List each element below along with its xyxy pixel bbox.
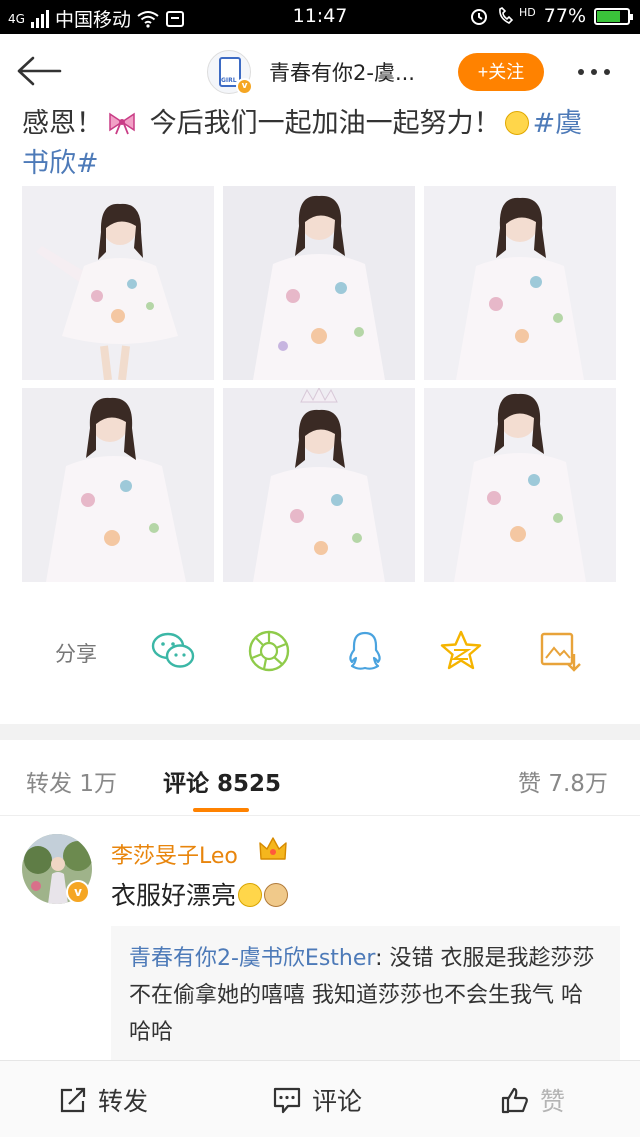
status-right: HD 77% [469, 5, 633, 27]
photo-4[interactable] [22, 388, 214, 582]
photo-grid [22, 186, 618, 582]
repost-icon [60, 1087, 86, 1112]
more-options-icon[interactable] [578, 69, 610, 75]
verified-badge-icon: v [236, 78, 253, 95]
section-divider [0, 724, 640, 740]
alarm-icon [471, 9, 488, 25]
account-name[interactable]: 青春有你2-虞... [269, 57, 415, 87]
photo-4-image [22, 388, 214, 582]
tab-repost-count: 1万 [79, 771, 117, 797]
hd-label: HD [519, 5, 536, 19]
repost-button[interactable]: 转发 [58, 1061, 148, 1137]
bottom-action-bar: 转发 评论 赞 [0, 1060, 640, 1137]
tab-comments-label: 评论 [163, 771, 209, 797]
save-image-icon[interactable] [538, 628, 584, 674]
comment-body: 衣服好漂亮 [111, 881, 237, 910]
photo-1[interactable] [22, 186, 214, 380]
bow-emoji-icon [109, 112, 135, 135]
doge-emoji-icon [264, 883, 289, 907]
photo-3-image [424, 186, 616, 380]
tab-repost[interactable]: 转发 1万 [26, 764, 117, 798]
hd-call-icon [499, 7, 514, 24]
photo-3[interactable] [424, 186, 616, 380]
tab-likes-label: 赞 [518, 771, 541, 797]
follow-button[interactable]: +关注 [458, 53, 544, 91]
status-bar: 4G 中国移动 11:47 HD 77% [0, 0, 640, 34]
share-row: 分享 [0, 618, 640, 684]
photo-6-image [424, 388, 616, 582]
post-text-part1: 感恩！ [22, 108, 103, 139]
tab-repost-label: 转发 [26, 771, 72, 797]
photo-2-image [223, 186, 415, 380]
repost-label: 转发 [98, 1086, 149, 1116]
tab-likes-count: 7.8万 [548, 771, 608, 797]
moments-icon[interactable] [246, 628, 292, 674]
like-button[interactable]: 赞 [500, 1061, 565, 1137]
wechat-icon[interactable] [150, 628, 196, 674]
like-label: 赞 [540, 1086, 566, 1116]
reply-author[interactable]: 青春有你2-虞书欣Esther [129, 946, 375, 971]
commenter-name[interactable]: 李莎旻子Leo [111, 838, 238, 870]
active-tab-indicator [193, 808, 249, 812]
post-text: 感恩！ 今后我们一起加油一起努力！ #虞书欣# [22, 104, 602, 184]
interaction-tabs: 转发 1万 评论 8525 赞 7.8万 [0, 740, 640, 816]
qzone-icon[interactable] [438, 628, 484, 674]
top-nav: GIRL v 青春有你2-虞... +关注 [0, 34, 640, 108]
crown-icon [259, 837, 287, 860]
tab-comments[interactable]: 评论 8525 [163, 764, 281, 798]
tab-comments-count: 8525 [217, 771, 282, 797]
battery-percent: 77% [543, 5, 586, 27]
photo-2[interactable] [223, 186, 415, 380]
qq-icon[interactable] [342, 628, 388, 674]
account-avatar-text: GIRL [221, 77, 237, 84]
smile-emoji-icon [504, 111, 529, 135]
reply-box[interactable]: 青春有你2-虞书欣Esther: 没错 衣服是我趁莎莎不在偷拿她的嘻嘻 我知道莎… [111, 926, 620, 1076]
tab-likes[interactable]: 赞 7.8万 [518, 764, 608, 798]
battery-fill [597, 10, 620, 22]
photo-6[interactable] [424, 388, 616, 582]
comment-button[interactable]: 评论 [272, 1061, 362, 1137]
comment-icon [273, 1087, 301, 1113]
like-thumb-icon [501, 1087, 528, 1113]
commenter-verified-icon: v [66, 880, 90, 904]
share-label: 分享 [55, 642, 97, 666]
comment-label: 评论 [312, 1086, 363, 1116]
smile-emoji-icon [238, 883, 263, 907]
post-text-part2: 今后我们一起加油一起努力！ [141, 108, 501, 139]
battery-icon [594, 7, 633, 25]
comment-text: 衣服好漂亮 [111, 876, 289, 912]
back-arrow-icon[interactable] [16, 56, 62, 86]
photo-5-image [223, 388, 415, 582]
photo-5[interactable] [223, 388, 415, 582]
photo-1-image [22, 186, 214, 380]
